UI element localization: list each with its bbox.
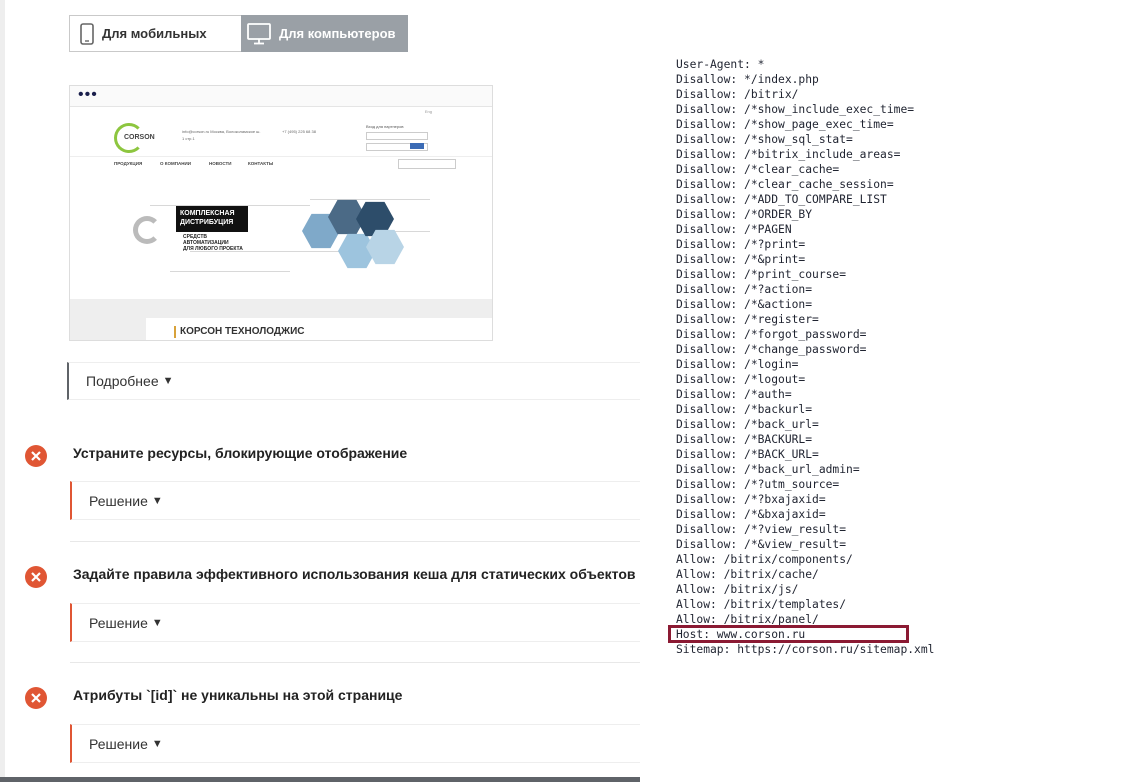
hero-subtitle: СРЕДСТВ АВТОМАТИЗАЦИИ ДЛЯ ЛЮБОГО ПРОЕКТА	[183, 234, 243, 252]
smartphone-icon	[80, 22, 94, 45]
robots-txt-listing: User-Agent: * Disallow: */index.php Disall…	[676, 57, 934, 657]
hero-title-1: КОМПЛЕКСНАЯ	[180, 210, 235, 217]
solution-label: Решение	[89, 492, 148, 509]
desktop-tab-label: Для компьютеров	[279, 26, 396, 41]
panel-left-edge	[0, 0, 5, 782]
audit-title: Задайте правила эффективного использован…	[73, 566, 636, 582]
hero-c-logo-icon	[133, 216, 161, 244]
solution-label: Решение	[89, 735, 148, 752]
preview-lang: Eng	[424, 109, 432, 114]
preview-phone: +7 (495) 225 68 38	[282, 129, 316, 134]
robots-line: Disallow: /*&action=	[676, 298, 813, 311]
robots-line: Disallow: /*forgot_password=	[676, 328, 867, 341]
robots-line: Disallow: /*BACK_URL=	[676, 448, 819, 461]
hero-badge: КОМПЛЕКСНАЯ ДИСТРИБУЦИЯ	[176, 206, 248, 232]
robots-line: Disallow: /*show_include_exec_time=	[676, 103, 915, 116]
desktop-tab[interactable]: Для компьютеров	[241, 15, 408, 52]
preview-nav-item: О КОМПАНИИ	[160, 161, 191, 166]
details-toggle[interactable]: Подробнее ▼	[67, 362, 640, 400]
preview-login-field	[366, 132, 428, 140]
robots-line: Disallow: /*&bxajaxid=	[676, 508, 826, 521]
preview-contact: info@corson.ru Москва, Волоколамское ш. …	[182, 129, 261, 141]
hero-title-2: ДИСТРИБУЦИЯ	[180, 219, 234, 226]
robots-line: Disallow: /*backurl=	[676, 403, 813, 416]
window-dots-icon: •••	[78, 86, 98, 103]
robots-line: Allow: /bitrix/cache/	[676, 568, 819, 581]
robots-line: Disallow: /*?action=	[676, 283, 813, 296]
audit-divider	[70, 541, 640, 542]
robots-line: Disallow: */index.php	[676, 73, 819, 86]
host-highlight-box	[668, 625, 909, 643]
audit-divider	[70, 662, 640, 663]
error-x-icon	[25, 687, 47, 709]
preview-login-button	[410, 143, 424, 149]
preview-logo-text: CORSON	[124, 134, 155, 141]
triangle-down-icon: ▼	[151, 737, 163, 750]
robots-line: Disallow: /*clear_cache=	[676, 163, 840, 176]
robots-line: Disallow: /*BACKURL=	[676, 433, 813, 446]
panel-bottom-strip	[0, 777, 640, 782]
robots-line: Disallow: /*?bxajaxid=	[676, 493, 826, 506]
mobile-tab[interactable]: Для мобильных	[69, 15, 241, 52]
robots-line: Disallow: /*change_password=	[676, 343, 867, 356]
robots-line: Sitemap: https://corson.ru/sitemap.xml	[676, 643, 935, 656]
monitor-icon	[247, 22, 271, 45]
preview-login-box: Вход для партнеров	[366, 124, 430, 151]
page-screenshot-preview: ••• Eng CORSON info@corson.ru Москва, Во…	[69, 85, 493, 341]
solution-toggle[interactable]: Решение ▼	[70, 603, 640, 642]
preview-nav-item: НОВОСТИ	[209, 161, 232, 166]
robots-line: Disallow: /*ORDER_BY	[676, 208, 813, 221]
device-toggle: Для мобильных Для компьютеров	[69, 15, 408, 52]
robots-line: Disallow: /*?utm_source=	[676, 478, 840, 491]
triangle-down-icon: ▼	[151, 494, 163, 507]
robots-line: Disallow: /*login=	[676, 358, 799, 371]
preview-nav: ПРОДУКЦИЯ О КОМПАНИИ НОВОСТИ КОНТАКТЫ	[70, 156, 492, 172]
robots-line: Disallow: /*auth=	[676, 388, 792, 401]
robots-line: Disallow: /*?print=	[676, 238, 806, 251]
solution-toggle[interactable]: Решение ▼	[70, 481, 640, 520]
robots-line: Disallow: /*back_url_admin=	[676, 463, 860, 476]
audit-title: Устраните ресурсы, блокирующие отображен…	[73, 445, 408, 461]
robots-line: Disallow: /*bitrix_include_areas=	[676, 148, 901, 161]
robots-line: User-Agent: *	[676, 58, 765, 71]
robots-line: Disallow: /*?view_result=	[676, 523, 847, 536]
audit-title: Атрибуты `[id]` не уникальны на этой стр…	[73, 687, 403, 703]
preview-nav-item: ПРОДУКЦИЯ	[114, 161, 143, 166]
mobile-tab-label: Для мобильных	[102, 26, 207, 41]
robots-line: Allow: /bitrix/components/	[676, 553, 853, 566]
robots-line: Disallow: /*PAGEN	[676, 223, 792, 236]
triangle-down-icon: ▼	[162, 375, 174, 387]
error-x-icon	[25, 566, 47, 588]
hero-sub-3: ДЛЯ ЛЮБОГО ПРОЕКТА	[183, 246, 243, 252]
audit-panel: Для мобильных Для компьютеров ••• Eng CO…	[0, 0, 640, 782]
robots-line: Disallow: /*clear_cache_session=	[676, 178, 894, 191]
robots-line: Disallow: /*ADD_TO_COMPARE_LIST	[676, 193, 887, 206]
preview-company-name: КОРСОН ТЕХНОЛОДЖИС	[174, 326, 305, 338]
robots-line: Disallow: /*print_course=	[676, 268, 847, 281]
preview-login-title: Вход для партнеров	[366, 124, 404, 129]
robots-line: Disallow: /*register=	[676, 313, 819, 326]
robots-line: Disallow: /*back_url=	[676, 418, 819, 431]
solution-toggle[interactable]: Решение ▼	[70, 724, 640, 763]
preview-nav-item: КОНТАКТЫ	[248, 161, 274, 166]
robots-line: Disallow: /*show_sql_stat=	[676, 133, 853, 146]
preview-search-box	[398, 159, 456, 169]
robots-line: Allow: /bitrix/templates/	[676, 598, 847, 611]
robots-line: Disallow: /*&print=	[676, 253, 806, 266]
triangle-down-icon: ▼	[151, 616, 163, 629]
robots-line: Disallow: /bitrix/	[676, 88, 799, 101]
preview-window-bar: •••	[70, 86, 492, 107]
robots-line: Disallow: /*logout=	[676, 373, 806, 386]
solution-label: Решение	[89, 614, 148, 631]
error-x-icon	[25, 445, 47, 467]
robots-line: Disallow: /*show_page_exec_time=	[676, 118, 894, 131]
details-label: Подробнее	[86, 373, 159, 389]
robots-line: Disallow: /*&view_result=	[676, 538, 847, 551]
robots-line: Allow: /bitrix/js/	[676, 583, 799, 596]
